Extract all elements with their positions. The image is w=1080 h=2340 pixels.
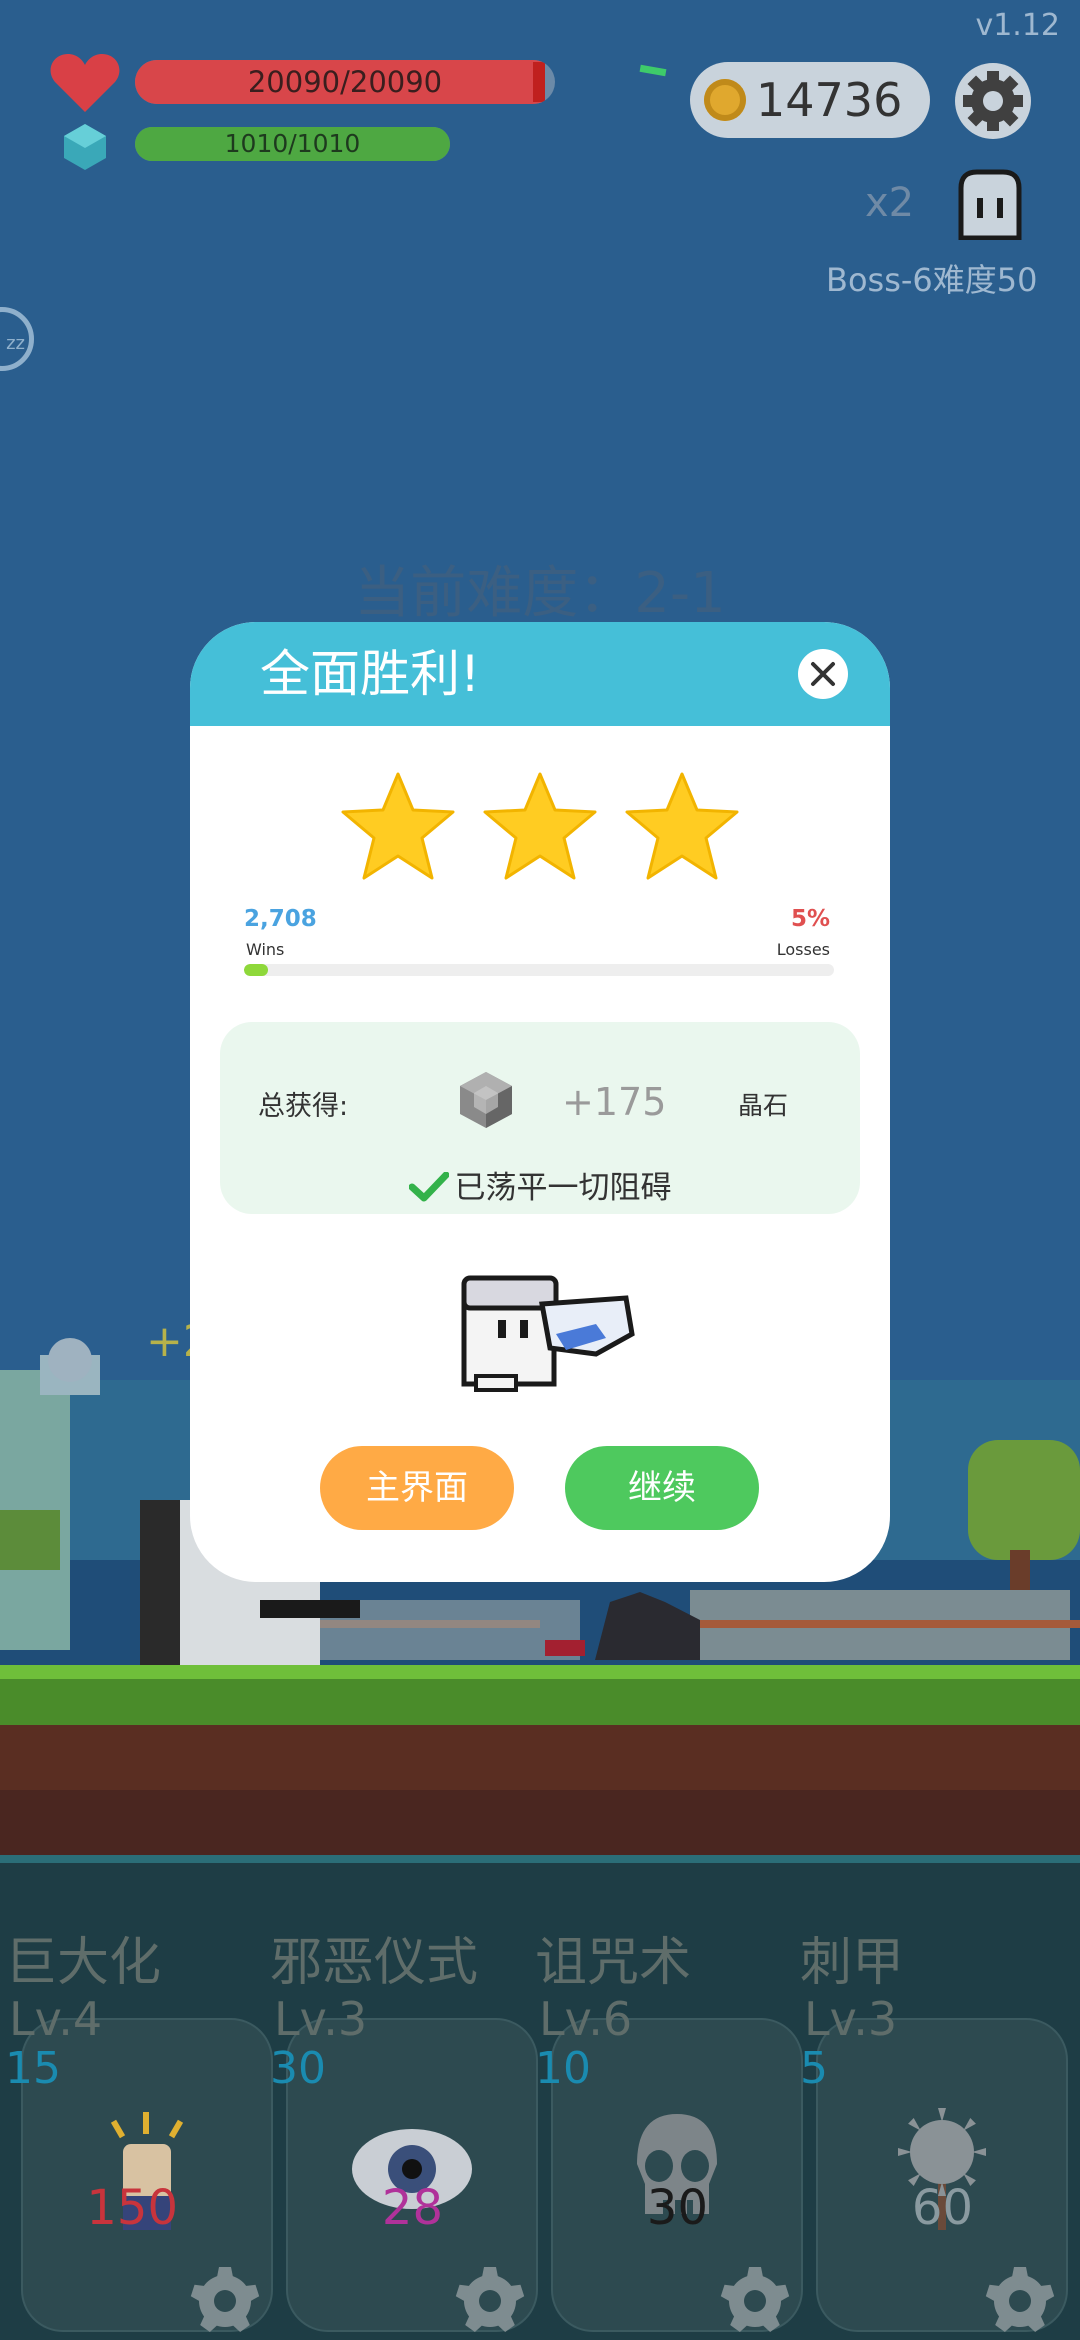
close-button[interactable] — [798, 649, 848, 699]
coin-counter: 14736 — [690, 62, 930, 138]
knight-hero-icon — [461, 1275, 635, 1392]
coin-icon — [704, 79, 746, 121]
win-loss-progress — [244, 964, 834, 976]
skill-cost: 15 — [5, 2043, 61, 2094]
skill-count: 60 — [911, 2180, 973, 2236]
game-scene: v1.12 20090/20090 1010/1010 14736 x2 Bos… — [0, 0, 1080, 2340]
reward-label: 总获得: — [258, 1091, 349, 1122]
cleared-text: 已荡平一切阻碍 — [454, 1170, 672, 1206]
skill-slot-4[interactable]: 刺甲 Lv.3 5 60 — [800, 1920, 1068, 2340]
losses-label: Losses — [776, 940, 830, 959]
skill-card[interactable] — [816, 2018, 1068, 2333]
grass-edge — [0, 1665, 1080, 1679]
skill-slot-2[interactable]: 邪恶仪式 Lv.3 30 28 — [270, 1920, 538, 2340]
reward-summary: 总获得: +175 晶石 已荡平一切阻碍 — [220, 1022, 860, 1214]
continue-button[interactable]: 继续 — [565, 1446, 759, 1530]
upgrade-gear-icon[interactable] — [719, 2265, 791, 2337]
wins-label: Wins — [246, 940, 285, 959]
reward-amount: +175 — [562, 1080, 667, 1124]
star-rating — [190, 770, 890, 890]
boss-ghost-icon[interactable] — [955, 168, 1025, 240]
skill-count: 28 — [381, 2180, 443, 2236]
upgrade-gear-icon[interactable] — [984, 2265, 1056, 2337]
main-menu-button[interactable]: 主界面 — [320, 1446, 514, 1530]
star-icon — [341, 772, 455, 880]
skill-slot-3[interactable]: 诅咒术 Lv.6 10 30 — [535, 1920, 803, 2340]
skill-cost: 30 — [270, 2043, 326, 2094]
victory-dialog: 全面胜利! 2,708 Wins 5% Losses 总获得: +175 晶石 … — [190, 622, 890, 1582]
crystal-icon — [460, 1072, 512, 1128]
mana-bar: 1010/1010 — [135, 127, 450, 161]
upgrade-gear-icon[interactable] — [189, 2265, 261, 2337]
coin-count: 14736 — [756, 73, 903, 127]
speed-multiplier[interactable]: x2 — [865, 180, 914, 226]
settings-gear-icon[interactable] — [955, 63, 1031, 139]
skill-name: 诅咒术 — [535, 1933, 692, 1993]
boss-stage-label: Boss-6难度50 — [826, 261, 1038, 299]
star-icon — [625, 772, 739, 880]
skill-level: Lv.4 — [9, 1992, 103, 2046]
current-difficulty: 当前难度：2-1 — [354, 561, 726, 626]
skill-count: 30 — [646, 2180, 708, 2236]
heart-icon — [50, 54, 120, 112]
cleared-message: 已荡平一切阻碍 — [220, 1162, 860, 1207]
skill-name: 邪恶仪式 — [270, 1933, 479, 1993]
health-bar: 20090/20090 — [135, 60, 555, 104]
skill-count: 150 — [86, 2180, 178, 2236]
health-text: 20090/20090 — [247, 65, 443, 99]
win-loss-progress-fill — [244, 964, 268, 976]
skill-slot-1[interactable]: 巨大化 Lv.4 15 150 — [5, 1920, 273, 2340]
reward-unit: 晶石 — [738, 1091, 789, 1120]
upgrade-gear-icon[interactable] — [454, 2265, 526, 2337]
mana-text: 1010/1010 — [224, 129, 361, 158]
close-icon — [811, 662, 835, 686]
dirt-lower — [0, 1790, 1080, 1855]
version-label: v1.12 — [975, 8, 1060, 43]
dialog-title: 全面胜利! — [260, 645, 481, 703]
skill-panel-edge — [0, 1855, 1080, 1863]
mana-gem-icon — [64, 124, 106, 170]
skill-level: Lv.6 — [539, 1992, 633, 2046]
skill-cost: 5 — [800, 2043, 828, 2094]
skill-level: Lv.3 — [804, 1992, 898, 2046]
losses-value: 5% — [790, 906, 830, 932]
skill-name: 巨大化 — [5, 1933, 162, 1993]
wins-value: 2,708 — [244, 906, 317, 932]
skill-level: Lv.3 — [274, 1992, 368, 2046]
dialog-header: 全面胜利! — [190, 622, 890, 726]
skill-cost: 10 — [535, 2043, 591, 2094]
star-icon — [483, 772, 597, 880]
skill-name: 刺甲 — [800, 1933, 905, 1993]
check-icon — [408, 1172, 449, 1202]
